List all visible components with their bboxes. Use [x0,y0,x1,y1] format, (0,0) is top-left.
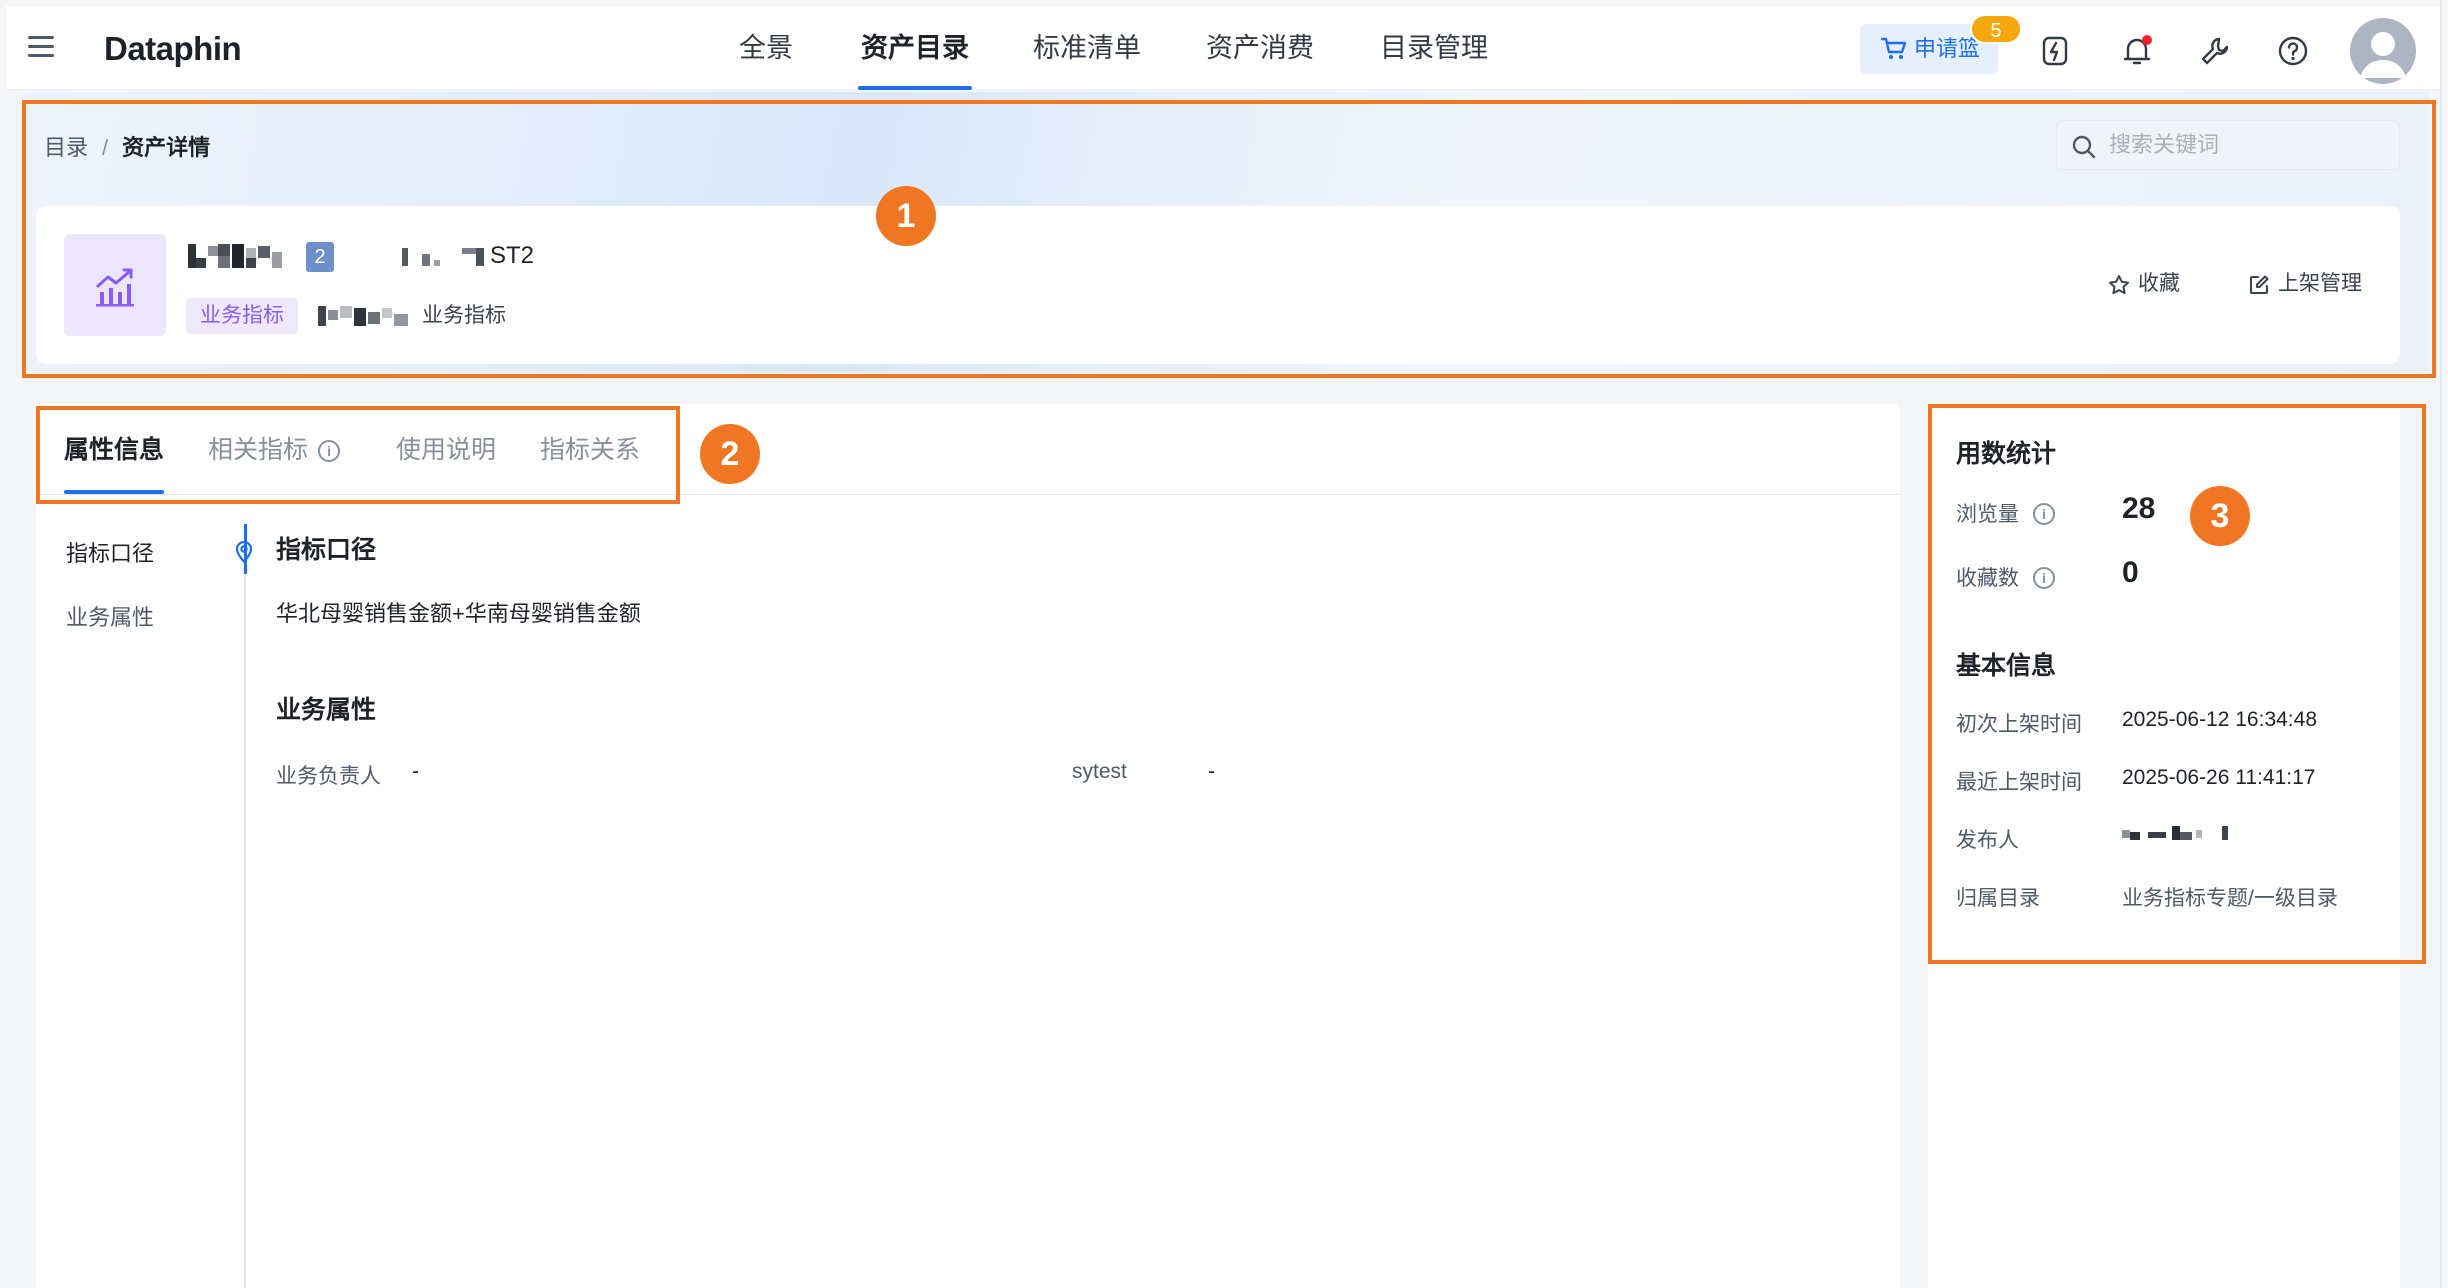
section-title-business-attributes: 业务属性 [276,696,377,724]
metric-caliber-text: 华北母婴销售金额+华南母婴销售金额 [276,601,641,626]
section-title-metric-caliber: 指标口径 [276,536,377,564]
field-label-sytest: sytest [1072,760,1127,783]
top-navbar: Dataphin 全景 资产目录 标准清单 资产消费 目录管理 申请篮 5 [6,6,2440,90]
field-value-business-owner: - [412,760,419,783]
user-avatar[interactable] [2350,18,2416,84]
field-value-sytest: - [1208,760,1215,783]
nav-asset-catalog[interactable]: 资产目录 [858,6,972,90]
cart-label: 申请篮 [1914,36,1981,61]
side-item-metric-caliber[interactable]: 指标口径 [66,536,253,568]
annotation-box-3 [1928,404,2426,964]
wrench-icon[interactable] [2198,34,2232,68]
bell-icon[interactable] [2120,34,2154,68]
help-circle-icon[interactable] [2276,34,2310,68]
annotation-box-1 [22,100,2436,378]
side-item-label: 指标口径 [66,541,155,566]
cart-count-badge: 5 [1970,14,2022,44]
side-item-business-attributes[interactable]: 业务属性 [66,600,154,632]
dataphin-logo[interactable]: Dataphin [104,30,242,68]
anchor-side-nav: 指标口径 业务属性 [36,514,253,1288]
window-edge [2440,0,2442,1288]
field-label-business-owner: 业务负责人 [276,765,381,788]
nav-catalog-management[interactable]: 目录管理 [1378,6,1490,90]
user-silhouette-icon [2360,32,2406,78]
location-pin-icon [235,540,253,564]
annotation-marker-1: 1 [876,186,936,246]
annotation-marker-2: 2 [700,424,760,484]
nav-asset-consumption[interactable]: 资产消费 [1204,6,1316,90]
annotation-marker-3: 3 [2190,486,2250,546]
nav-standard-list[interactable]: 标准清单 [1032,6,1142,90]
nav-overview[interactable]: 全景 [738,6,794,90]
annotation-box-2 [36,406,680,504]
flash-doc-icon[interactable] [2038,34,2072,68]
cart-icon [1880,37,1907,59]
hamburger-menu-icon[interactable] [28,36,58,60]
